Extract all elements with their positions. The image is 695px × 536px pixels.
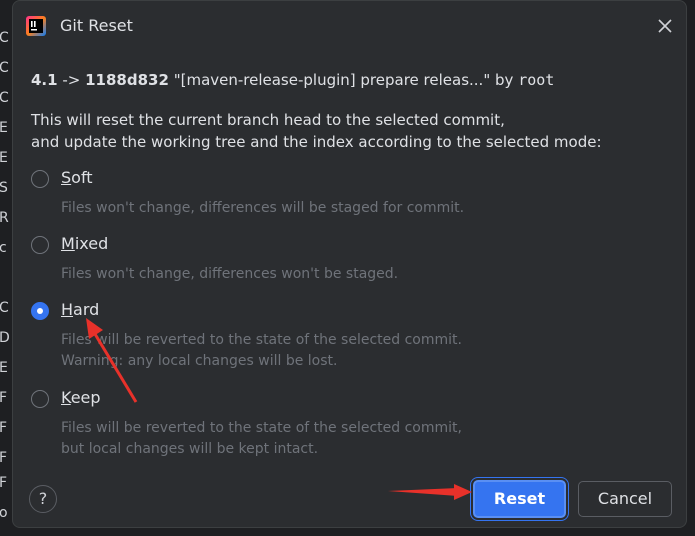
background-char: C xyxy=(0,300,9,316)
soft-radio[interactable] xyxy=(31,170,49,188)
option-keep-hint-2: but local changes will be kept intact. xyxy=(61,441,319,457)
commit-by: by xyxy=(495,71,514,89)
background-char: C xyxy=(0,30,9,46)
help-icon[interactable]: ? xyxy=(29,485,57,513)
background-char: E xyxy=(0,150,8,166)
background-char: S xyxy=(0,180,8,196)
commit-arrow: -> xyxy=(62,71,81,89)
reset-description: This will reset the current branch head … xyxy=(31,109,602,153)
background-char: D xyxy=(0,330,10,346)
background-window-edge: C C C E E S R c C D E F F F F o xyxy=(0,0,12,536)
option-soft-hint: Files won't change, differences will be … xyxy=(61,200,465,216)
background-char: E xyxy=(0,120,8,136)
hard-radio[interactable] xyxy=(31,302,49,320)
background-char: R xyxy=(0,210,9,226)
git-reset-dialog: Git Reset 4.1 -> 1188d832 "[maven-releas… xyxy=(12,0,687,528)
mixed-radio[interactable] xyxy=(31,236,49,254)
option-hard-hint: Files will be reverted to the state of t… xyxy=(61,332,462,348)
option-hard-warning: Warning: any local changes will be lost. xyxy=(61,353,338,369)
reset-button[interactable]: Reset xyxy=(473,480,566,518)
commit-version: 4.1 xyxy=(31,71,58,89)
background-char: C xyxy=(0,90,9,106)
description-line: This will reset the current branch head … xyxy=(31,111,505,129)
option-mixed-hint: Files won't change, differences won't be… xyxy=(61,266,399,282)
commit-message: "[maven-release-plugin] prepare releas..… xyxy=(173,71,491,89)
background-char: F xyxy=(0,475,8,491)
dialog-title: Git Reset xyxy=(60,16,133,35)
intellij-app-icon xyxy=(26,16,46,36)
cancel-button[interactable]: Cancel xyxy=(578,481,672,517)
background-char: F xyxy=(0,450,8,466)
option-keep-label: Keep xyxy=(61,388,101,407)
close-icon[interactable] xyxy=(653,14,677,38)
description-line: and update the working tree and the inde… xyxy=(31,133,602,151)
keep-radio[interactable] xyxy=(31,390,49,408)
background-char: o xyxy=(0,505,8,521)
option-keep-hint: Files will be reverted to the state of t… xyxy=(61,420,462,436)
option-mixed-label: Mixed xyxy=(61,234,109,253)
background-char: C xyxy=(0,60,9,76)
option-soft-label: Soft xyxy=(61,168,93,187)
background-char: F xyxy=(0,390,8,406)
commit-author: root xyxy=(518,71,555,89)
option-hard-label: Hard xyxy=(61,300,100,319)
commit-summary: 4.1 -> 1188d832 "[maven-release-plugin] … xyxy=(31,71,554,89)
background-char: F xyxy=(0,420,8,436)
background-char: E xyxy=(0,360,8,376)
commit-hash: 1188d832 xyxy=(85,71,169,89)
background-char: c xyxy=(0,240,7,256)
dialog-title-bar: Git Reset xyxy=(13,1,686,53)
